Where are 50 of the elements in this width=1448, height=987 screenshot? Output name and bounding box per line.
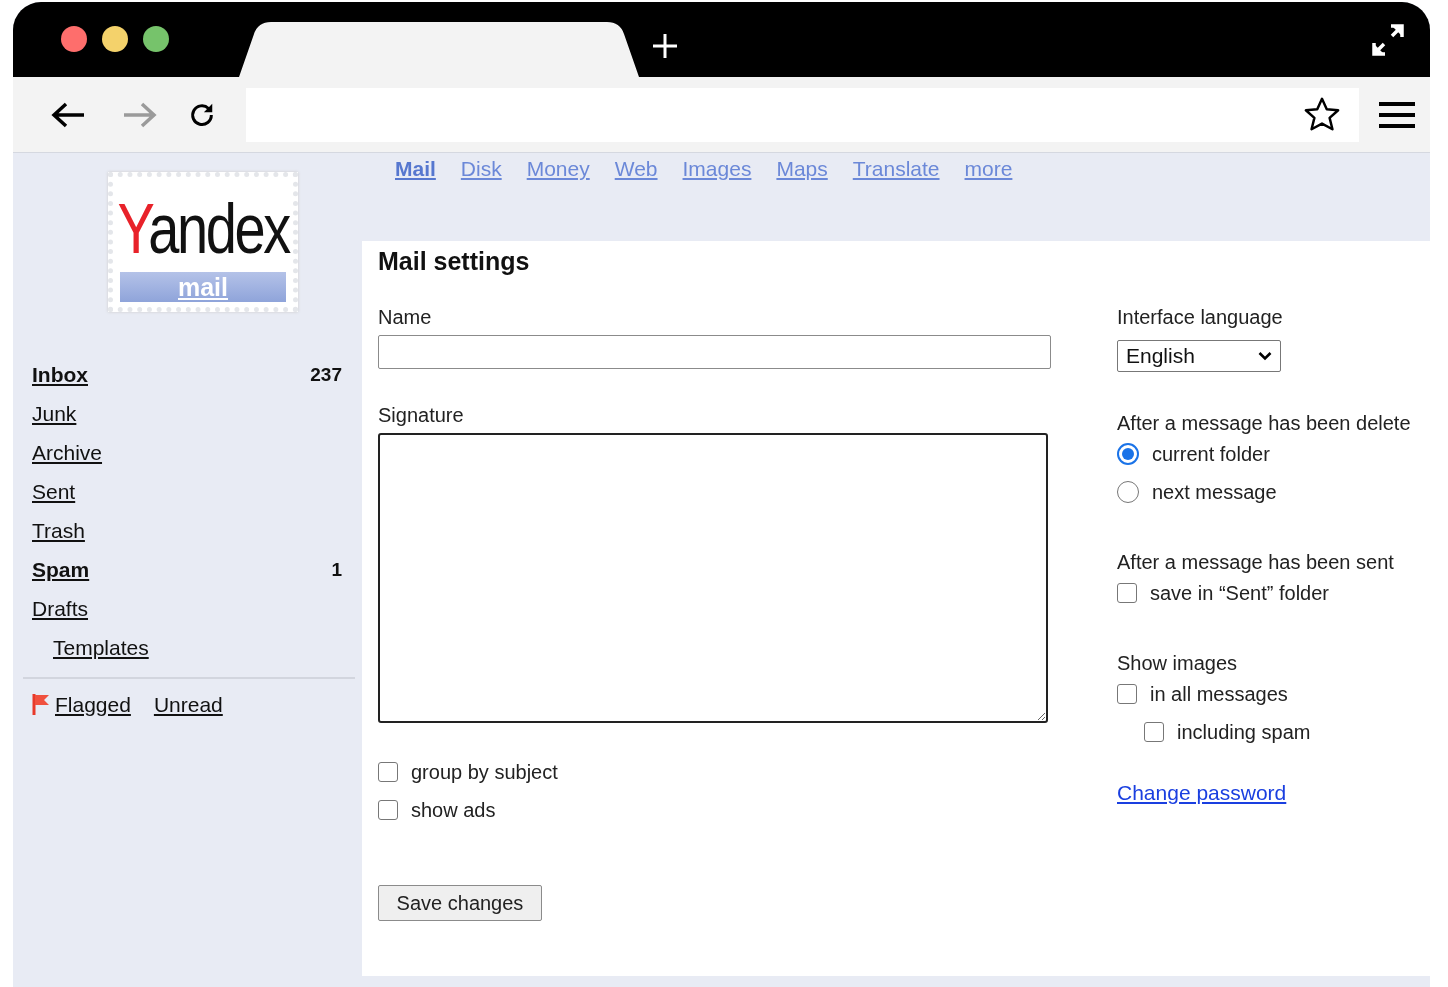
radio-label: next message: [1152, 480, 1277, 504]
field-label: Interface language: [1117, 306, 1283, 329]
checkbox[interactable]: [378, 800, 398, 820]
back-icon[interactable]: [50, 100, 86, 129]
yandex-mail-logo[interactable]: Yandex mail: [108, 172, 298, 312]
new-tab-icon[interactable]: [651, 31, 679, 60]
bookmark-star-icon[interactable]: [1303, 95, 1341, 134]
checkbox[interactable]: [1117, 583, 1137, 603]
checkbox-label: in all messages: [1150, 682, 1288, 706]
flag-icon: [32, 693, 50, 715]
service-link[interactable]: Mail: [395, 157, 436, 181]
fullscreen-icon[interactable]: [1370, 21, 1406, 58]
save-changes-button[interactable]: Save changes: [378, 885, 542, 921]
folder-link[interactable]: Sent: [32, 479, 76, 504]
unread-count: 237: [310, 363, 342, 386]
group-heading: After a message has been sent: [1117, 551, 1394, 574]
chevron-down-icon: [1258, 351, 1272, 361]
filter-link[interactable]: Flagged: [55, 693, 131, 717]
group-heading: Show images: [1117, 652, 1239, 675]
change-password-link[interactable]: Change password: [1117, 781, 1287, 805]
folder-link[interactable]: Templates: [53, 635, 149, 660]
browser-tab[interactable]: [239, 22, 639, 77]
group-heading: After a message has been delete: [1117, 412, 1411, 435]
page-title: Mail settings: [378, 247, 531, 276]
checkbox[interactable]: [1144, 722, 1164, 742]
checkbox-label: show ads: [411, 798, 496, 822]
checkbox-label: save in “Sent” folder: [1150, 581, 1329, 605]
folder-link[interactable]: Archive: [32, 440, 103, 465]
unread-count: 1: [331, 558, 342, 581]
folder-link[interactable]: Drafts: [32, 596, 88, 621]
folder-link[interactable]: Trash: [32, 518, 85, 543]
checkbox-label: group by subject: [411, 760, 558, 784]
checkbox[interactable]: [1117, 684, 1137, 704]
close-window-dot[interactable]: [61, 25, 87, 52]
filter-link[interactable]: Unread: [153, 693, 223, 717]
field-label: Name: [378, 306, 432, 329]
logo-wordmark: Yandex: [117, 194, 289, 264]
folder-link[interactable]: Inbox: [32, 362, 88, 387]
field-label: Signature: [378, 404, 464, 427]
minimize-window-dot[interactable]: [102, 25, 128, 52]
checkbox-label: including spam: [1177, 720, 1311, 744]
checkbox[interactable]: [378, 762, 398, 782]
radio-button[interactable]: [1117, 443, 1139, 465]
radio-label: current folder: [1152, 442, 1270, 466]
maximize-window-dot[interactable]: [143, 25, 169, 52]
menu-icon[interactable]: [1379, 100, 1415, 129]
language-select[interactable]: English: [1117, 340, 1281, 372]
folder-link[interactable]: Spam: [32, 557, 90, 582]
folder-link[interactable]: Junk: [32, 401, 77, 426]
name-input-field[interactable]: [378, 335, 1051, 369]
